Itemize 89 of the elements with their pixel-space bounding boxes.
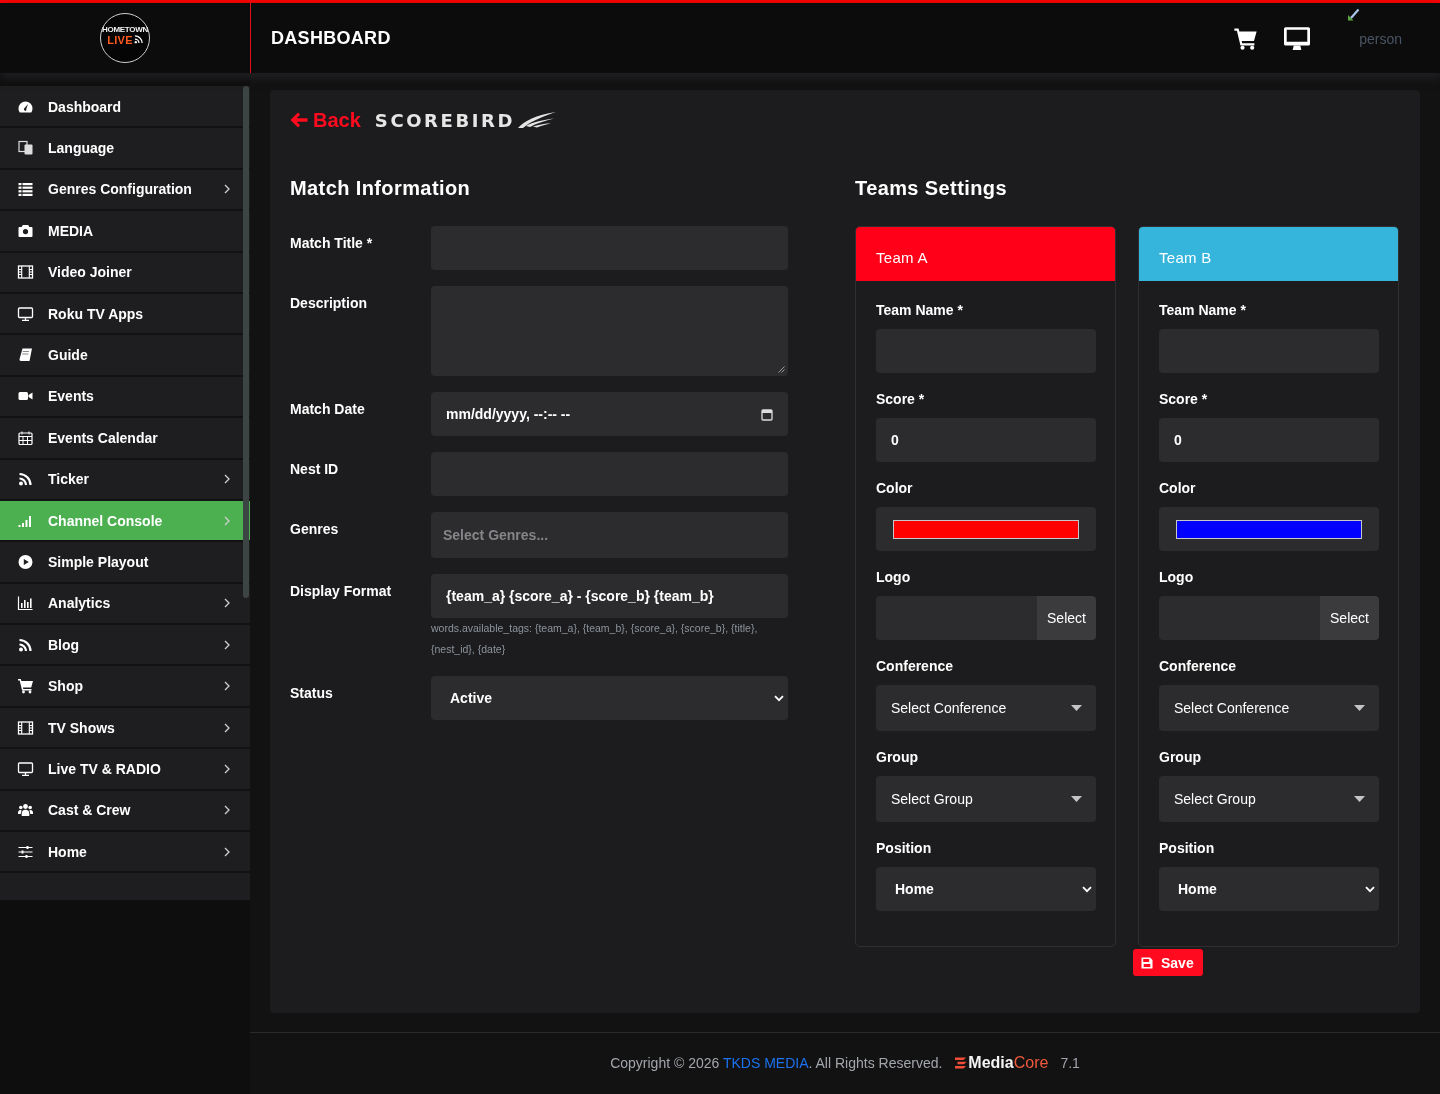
caret-down-icon: [1354, 705, 1365, 711]
list-icon: [17, 181, 34, 198]
pencil-icon: [1347, 8, 1361, 21]
caret-down-icon: [1071, 796, 1082, 802]
field-label: Display Format: [290, 582, 393, 601]
cart-icon[interactable]: [1233, 26, 1259, 50]
text-field[interactable]: {team_a} {score_a} - {score_b} {team_b}: [431, 574, 788, 618]
camera-icon: [17, 222, 34, 239]
color-field[interactable]: [876, 507, 1096, 551]
save-button[interactable]: Save: [1133, 949, 1203, 976]
monitor-icon[interactable]: [1284, 26, 1311, 50]
dropdown-field[interactable]: Select Conference: [1159, 685, 1379, 731]
field-label: Conference: [1159, 657, 1238, 676]
field-label: Position: [876, 839, 933, 858]
field-label: Group: [876, 748, 919, 767]
team-card-header: Team A: [856, 227, 1115, 281]
field-label: Logo: [876, 568, 912, 587]
cart-icon: [17, 678, 34, 695]
select-field[interactable]: Home: [1159, 867, 1379, 911]
film-icon: [17, 719, 34, 736]
help-text: words.available_tags: {team_a}, {team_b}, {score_a}, {score_b}, {title}, {nest_id}, {date}: [431, 621, 759, 657]
resize-handle-icon: [778, 366, 785, 373]
section-heading: Match Information: [290, 176, 472, 200]
field-label: Score *: [876, 390, 926, 409]
chevron-down-icon: [1082, 885, 1092, 893]
rss-icon: [17, 471, 34, 488]
field-label: Description: [290, 294, 368, 313]
film-icon: [17, 264, 34, 281]
logo-text: LIVE: [107, 33, 133, 46]
text-field[interactable]: 0: [1159, 418, 1379, 462]
bar-chart-icon: [17, 595, 34, 612]
field-label: Nest ID: [290, 460, 340, 479]
select-button[interactable]: Select: [1037, 596, 1096, 640]
field-label: Team Name *: [1159, 301, 1247, 320]
logo-text: HOMETOWN: [102, 24, 148, 34]
sliders-icon: [17, 843, 34, 860]
field-label: Match Date: [290, 400, 366, 419]
copyright-text: Copyright © 2026 TKDS MEDIA. All Rights Reserved.: [610, 1055, 943, 1071]
file-field[interactable]: [876, 596, 1037, 640]
monitor-icon: [17, 760, 34, 777]
field-label: Group: [1159, 748, 1202, 767]
field-label: Genres: [290, 520, 340, 539]
logo[interactable]: HOMETOWN LIVE: [100, 13, 150, 63]
field-label: Match Title *: [290, 234, 374, 253]
calendar-icon: [761, 407, 773, 421]
scrollbar-thumb[interactable]: [243, 86, 249, 598]
field-label: Color: [1159, 479, 1197, 498]
select-field[interactable]: Active: [431, 676, 788, 720]
select-field[interactable]: Home: [876, 867, 1096, 911]
select-button[interactable]: Select: [1320, 596, 1379, 640]
field-label: Score *: [1159, 390, 1209, 409]
logo-mark-icon: [954, 1057, 968, 1069]
calendar-icon: [17, 429, 34, 446]
dropdown-field[interactable]: Select Group: [876, 776, 1096, 822]
save-icon: [1141, 956, 1153, 969]
file-field[interactable]: [1159, 596, 1320, 640]
field-label: Status: [290, 684, 334, 703]
caret-down-icon: [1071, 705, 1082, 711]
date-field[interactable]: mm/dd/yyyy, --:-- --: [431, 392, 788, 436]
arrow-left-icon: [290, 112, 308, 128]
dropdown-field[interactable]: Select Conference: [876, 685, 1096, 731]
company-link[interactable]: TKDS MEDIA: [722, 1055, 809, 1071]
field-label: Position: [1159, 839, 1216, 858]
multi-select-field[interactable]: Select Genres...: [431, 512, 788, 558]
section-heading: Teams Settings: [855, 176, 1008, 200]
brand-wordmark: SCOREBIRD: [374, 109, 516, 131]
chevron-down-icon: [774, 694, 784, 702]
color-field[interactable]: [1159, 507, 1379, 551]
team-card-header: Team B: [1139, 227, 1398, 281]
version-text: 7.1: [1060, 1055, 1080, 1071]
page-title: DASHBOARD: [271, 27, 391, 49]
brand-name: MediaCore: [968, 1054, 1049, 1072]
wing-icon: [517, 111, 558, 129]
monitor-icon: [17, 305, 34, 322]
users-icon: [17, 802, 34, 819]
back-link[interactable]: Back: [290, 108, 361, 132]
rss-icon: [17, 636, 34, 653]
pages-icon: [17, 140, 34, 157]
wireless-icon: [133, 35, 143, 44]
field-label: Team Name *: [876, 301, 964, 320]
field-label: Conference: [876, 657, 955, 676]
text-field[interactable]: 0: [876, 418, 1096, 462]
chevron-down-icon: [1365, 885, 1375, 893]
text-area[interactable]: [431, 286, 788, 376]
field-label: Color: [876, 479, 914, 498]
dropdown-field[interactable]: Select Group: [1159, 776, 1379, 822]
book-icon: [17, 347, 34, 364]
field-label: Logo: [1159, 568, 1195, 587]
caret-down-icon: [1354, 796, 1365, 802]
